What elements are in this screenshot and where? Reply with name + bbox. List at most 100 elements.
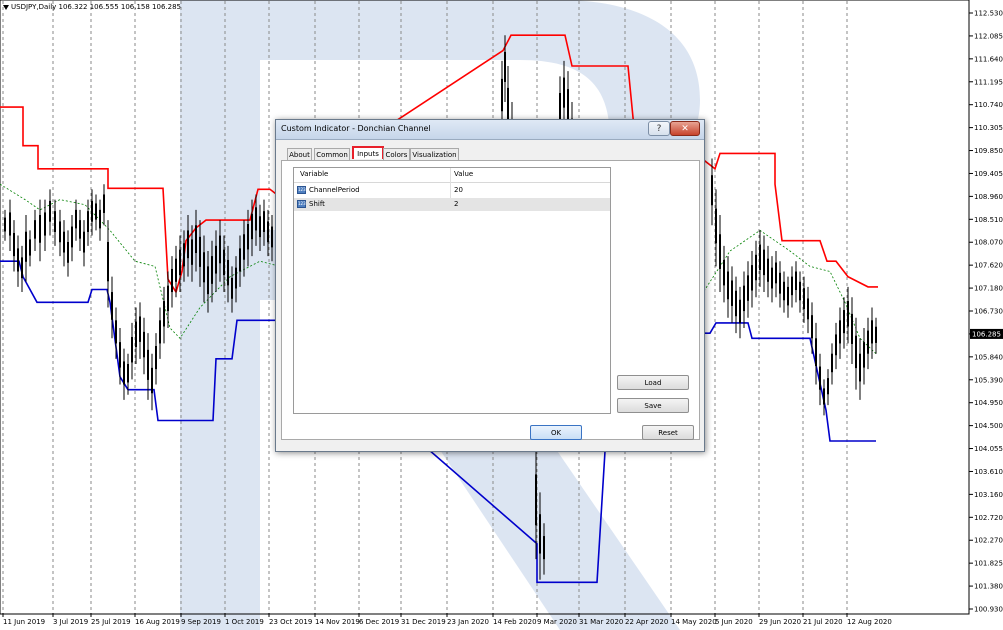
candle-body: [215, 245, 217, 274]
candle-body: [49, 200, 51, 222]
candle-body: [119, 342, 121, 368]
candle-body: [17, 248, 19, 272]
candle-body: [819, 366, 821, 390]
x-tick-label: 6 Dec 2019: [359, 618, 399, 626]
candle-body: [767, 258, 769, 282]
x-tick-label: 21 Jul 2020: [803, 618, 843, 626]
save-button[interactable]: Save: [617, 398, 689, 413]
tab-visualization[interactable]: Visualization: [410, 148, 459, 160]
tab-inputs[interactable]: Inputs: [352, 146, 384, 159]
candle-body: [823, 388, 825, 405]
candle-body: [191, 239, 193, 265]
candle-body: [21, 257, 23, 279]
candle-body: [711, 175, 713, 206]
symbol-info-text: USDJPY,Daily 106.322 106.555 106.158 106…: [11, 3, 181, 11]
candle-body: [231, 277, 233, 299]
x-tick-label: 5 Jun 2020: [715, 618, 753, 626]
current-price-value: 106.285: [972, 330, 1001, 338]
candle-body: [103, 194, 105, 213]
candle-body: [139, 316, 141, 342]
candle-body: [859, 353, 861, 382]
x-tick-label: 31 Mar 2020: [579, 618, 623, 626]
candle-body: [807, 298, 809, 320]
candle-body: [543, 536, 545, 560]
dropdown-triangle-icon: [3, 4, 9, 10]
y-tick-label: 108.070: [974, 239, 1003, 247]
y-tick-label: 112.530: [974, 10, 1003, 18]
x-tick-label: 16 Aug 2019: [135, 618, 180, 626]
candle-body: [847, 301, 849, 327]
candle-body: [239, 248, 241, 272]
candle-body: [235, 267, 237, 289]
candle-body: [227, 259, 229, 286]
close-button[interactable]: ✕: [670, 121, 700, 136]
candle-body: [851, 313, 853, 344]
y-tick-label: 100.930: [974, 606, 1003, 614]
tab-colors[interactable]: Colors: [383, 148, 410, 160]
candle-body: [831, 353, 833, 373]
candle-body: [839, 320, 841, 344]
candle-body: [271, 226, 273, 248]
x-tick-label: 25 Jul 2019: [91, 618, 131, 626]
candle-body: [29, 239, 31, 256]
x-tick-label: 14 Feb 2020: [493, 618, 537, 626]
y-tick-label: 104.055: [974, 445, 1003, 453]
table-row[interactable]: 123 ChannelPeriod 20: [294, 184, 610, 197]
candle-body: [267, 221, 269, 243]
candle-body: [835, 334, 837, 356]
candle-body: [255, 207, 257, 231]
candle-body: [803, 288, 805, 310]
candle-body: [871, 320, 873, 344]
candle-body: [171, 268, 173, 293]
table-row[interactable]: 123 Shift 2: [294, 198, 610, 211]
row-value[interactable]: 20: [454, 186, 463, 194]
y-tick-label: 104.950: [974, 399, 1003, 407]
candle-body: [34, 220, 36, 239]
reset-button[interactable]: Reset: [642, 425, 694, 440]
tab-common[interactable]: Common: [314, 148, 350, 160]
y-tick-label: 102.270: [974, 537, 1003, 545]
y-tick-label: 105.840: [974, 353, 1003, 361]
y-tick-label: 111.195: [974, 78, 1003, 86]
candle-body: [207, 266, 209, 295]
x-tick-label: 23 Oct 2019: [269, 618, 312, 626]
candle-body: [815, 338, 817, 367]
x-tick-label: 31 Dec 2019: [401, 618, 446, 626]
candle-body: [71, 226, 73, 248]
column-header-value[interactable]: Value: [454, 170, 473, 178]
candle-body: [13, 232, 15, 257]
x-tick-label: 29 Jun 2020: [759, 618, 801, 626]
dialog-titlebar[interactable]: Custom Indicator - Donchian Channel ? ✕: [276, 120, 704, 140]
candle-body: [875, 326, 877, 343]
y-tick-label: 103.160: [974, 491, 1003, 499]
custom-indicator-dialog: Custom Indicator - Donchian Channel ? ✕ …: [275, 119, 705, 452]
load-button[interactable]: Load: [617, 375, 689, 390]
x-tick-label: 9 Sep 2019: [181, 618, 221, 626]
candle-body: [867, 330, 869, 354]
help-button[interactable]: ?: [648, 121, 670, 136]
candle-body: [91, 200, 93, 222]
candle-body: [99, 209, 101, 229]
candle-body: [175, 258, 177, 282]
x-tick-label: 3 Jul 2019: [53, 618, 88, 626]
y-tick-label: 106.730: [974, 308, 1003, 316]
candle-body: [747, 275, 749, 301]
row-variable-name: Shift: [309, 200, 325, 208]
ok-button[interactable]: OK: [530, 425, 582, 440]
column-header-variable[interactable]: Variable: [300, 170, 328, 178]
candle-body: [775, 262, 777, 284]
x-tick-label: 11 Jun 2019: [3, 618, 45, 626]
inputs-table[interactable]: Variable Value 123 ChannelPeriod 20 123 …: [293, 167, 611, 414]
y-tick-label: 112.085: [974, 32, 1003, 40]
candle-body: [251, 213, 253, 240]
candle-body: [179, 249, 181, 276]
candle-body: [843, 310, 845, 334]
candle-body: [763, 249, 765, 276]
param-icon: 123: [297, 186, 306, 194]
candle-body: [219, 235, 221, 264]
candle-body: [75, 209, 77, 229]
y-tick-label: 105.390: [974, 376, 1003, 384]
row-value[interactable]: 2: [454, 200, 458, 208]
candle-body: [63, 231, 65, 253]
tab-about[interactable]: About: [287, 148, 312, 160]
